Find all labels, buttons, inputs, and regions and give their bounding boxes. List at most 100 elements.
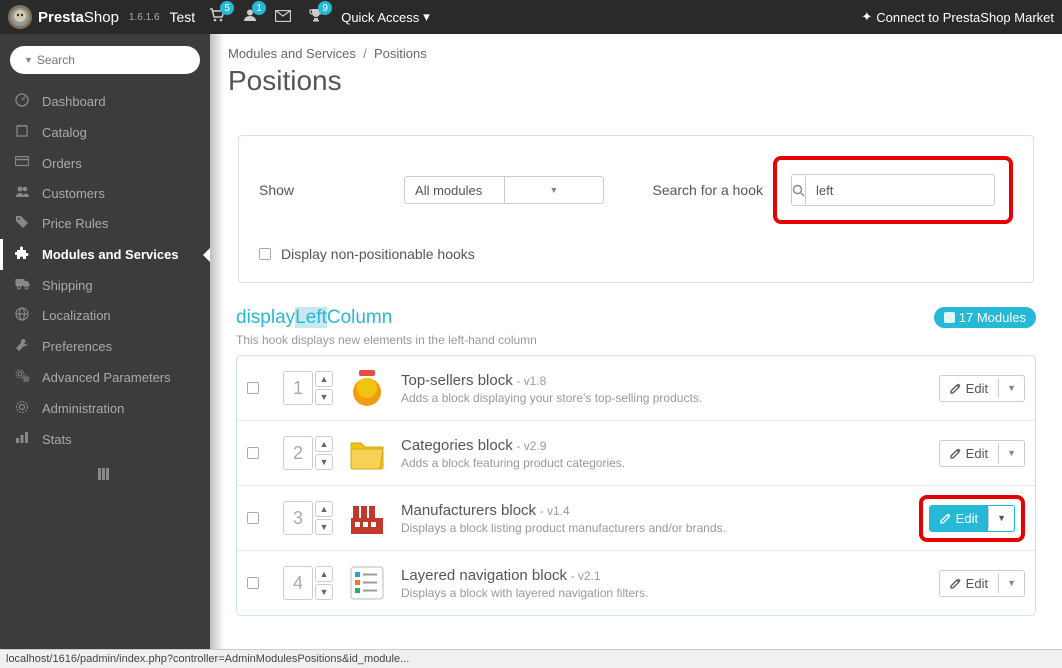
search-highlight	[773, 156, 1013, 224]
search-hook-input[interactable]	[806, 183, 1002, 198]
gears-icon	[14, 369, 30, 386]
module-name: Manufacturers block	[401, 502, 536, 519]
search-icon	[792, 175, 806, 205]
mail-icon[interactable]	[275, 9, 291, 26]
sidebar-item-advanced-parameters[interactable]: Advanced Parameters	[0, 362, 210, 393]
caret-down-icon[interactable]: ▼	[988, 508, 1014, 528]
module-version: - v2.1	[571, 569, 601, 583]
tag-icon	[14, 215, 30, 232]
module-version: - v1.4	[540, 504, 570, 518]
book-icon	[14, 124, 30, 141]
position-number: 4	[283, 566, 313, 600]
marketplace-icon: ✦	[861, 9, 872, 25]
breadcrumb-current: Positions	[374, 46, 427, 61]
cart-badge: 5	[220, 1, 234, 15]
position-control: 4 ▲ ▼	[283, 566, 333, 600]
sidebar-item-label: Price Rules	[42, 216, 108, 231]
sidebar-item-shipping[interactable]: Shipping	[0, 270, 210, 300]
sidebar-item-label: Dashboard	[42, 94, 106, 109]
sidebar: ▼ Dashboard Catalog Orders Customers Price R…	[0, 34, 210, 649]
quick-access-dropdown[interactable]: Quick Access ▾	[341, 9, 430, 25]
move-up-button[interactable]: ▲	[315, 371, 333, 387]
move-up-button[interactable]: ▲	[315, 436, 333, 452]
move-down-button[interactable]: ▼	[315, 584, 333, 600]
sidebar-item-customers[interactable]: Customers	[0, 178, 210, 208]
display-non-positionable[interactable]: Display non-positionable hooks	[259, 246, 1013, 262]
move-up-button[interactable]: ▲	[315, 566, 333, 582]
user-badge: 1	[252, 1, 266, 15]
sidebar-item-stats[interactable]: Stats	[0, 424, 210, 454]
module-actions: Edit▼	[919, 495, 1025, 542]
move-down-button[interactable]: ▼	[315, 519, 333, 535]
edit-button[interactable]: Edit▼	[939, 375, 1025, 402]
sidebar-item-preferences[interactable]: Preferences	[0, 331, 210, 362]
version: 1.6.1.6	[129, 12, 160, 23]
breadcrumb: Modules and Services / Positions	[210, 34, 1062, 65]
move-up-button[interactable]: ▲	[315, 501, 333, 517]
caret-down-icon[interactable]: ▼	[998, 378, 1024, 398]
sidebar-search-input[interactable]	[37, 53, 192, 67]
module-name: Layered navigation block	[401, 567, 567, 584]
row-checkbox[interactable]	[247, 512, 259, 524]
sidebar-item-localization[interactable]: Localization	[0, 300, 210, 331]
caret-down-icon[interactable]: ▼	[998, 573, 1024, 593]
module-info: Layered navigation block - v2.1 Displays…	[401, 567, 929, 600]
row-checkbox[interactable]	[247, 382, 259, 394]
credit-card-icon	[14, 155, 30, 171]
hook-header: displayLeftColumn This hook displays new…	[236, 307, 1036, 347]
row-checkbox[interactable]	[247, 447, 259, 459]
position-control: 3 ▲ ▼	[283, 501, 333, 535]
module-info: Top-sellers block - v1.8 Adds a block di…	[401, 372, 929, 405]
sidebar-item-orders[interactable]: Orders	[0, 148, 210, 178]
brand-logo[interactable]: PrestaShop 1.6.1.6	[8, 5, 160, 29]
sidebar-item-label: Localization	[42, 308, 111, 323]
hook-title[interactable]: displayLeftColumn	[236, 307, 537, 329]
module-row: 2 ▲ ▼ Categories block - v2.9 Adds a blo…	[237, 421, 1035, 486]
module-select[interactable]: All modules ▼	[404, 176, 604, 204]
user-icon[interactable]: 1	[243, 8, 257, 26]
sidebar-item-label: Administration	[42, 401, 124, 416]
breadcrumb-parent[interactable]: Modules and Services	[228, 46, 356, 61]
move-down-button[interactable]: ▼	[315, 454, 333, 470]
site-name[interactable]: Test	[170, 9, 196, 25]
move-down-button[interactable]: ▼	[315, 389, 333, 405]
sidebar-item-label: Stats	[42, 432, 72, 447]
marketplace-link[interactable]: ✦ Connect to PrestaShop Market	[861, 9, 1054, 25]
edit-button[interactable]: Edit▼	[939, 570, 1025, 597]
sidebar-item-administration[interactable]: Administration	[0, 393, 210, 424]
show-label: Show	[259, 182, 294, 198]
puzzle-icon	[14, 246, 30, 263]
sidebar-item-label: Advanced Parameters	[42, 370, 171, 385]
edit-button[interactable]: Edit▼	[929, 505, 1015, 532]
caret-down-icon[interactable]: ▼	[24, 55, 33, 65]
wrench-icon	[14, 338, 30, 355]
edit-button[interactable]: Edit▼	[939, 440, 1025, 467]
bar-chart-icon	[14, 431, 30, 447]
sidebar-collapse-icon[interactable]	[0, 454, 210, 497]
checkbox-icon	[944, 312, 955, 323]
position-control: 1 ▲ ▼	[283, 371, 333, 405]
checkbox-icon[interactable]	[259, 248, 271, 260]
sidebar-item-label: Orders	[42, 156, 82, 171]
position-number: 1	[283, 371, 313, 405]
sidebar-item-price-rules[interactable]: Price Rules	[0, 208, 210, 239]
module-info: Categories block - v2.9 Adds a block fea…	[401, 437, 929, 470]
sidebar-item-dashboard[interactable]: Dashboard	[0, 86, 210, 117]
caret-down-icon[interactable]: ▼	[998, 443, 1024, 463]
cart-icon[interactable]: 5	[209, 8, 225, 26]
topbar-icons: 5 1 9	[209, 8, 323, 26]
sidebar-item-label: Shipping	[42, 278, 93, 293]
sidebar-item-catalog[interactable]: Catalog	[0, 117, 210, 148]
status-url: localhost/1616/padmin/index.php?controll…	[6, 653, 409, 665]
trophy-icon[interactable]: 9	[309, 8, 323, 26]
module-name: Categories block	[401, 437, 513, 454]
sidebar-item-modules-and-services[interactable]: Modules and Services	[0, 239, 210, 270]
filter-panel: Show All modules ▼ Search for a hook	[238, 135, 1034, 283]
sidebar-item-label: Modules and Services	[42, 247, 179, 262]
module-count-badge[interactable]: 17 Modules	[934, 307, 1036, 328]
module-actions: Edit▼	[939, 375, 1025, 402]
caret-down-icon: ▼	[504, 177, 604, 203]
content-area: Modules and Services / Positions Positio…	[210, 34, 1062, 649]
row-checkbox[interactable]	[247, 577, 259, 589]
module-row: 4 ▲ ▼ Layered navigation block - v2.1 Di…	[237, 551, 1035, 615]
